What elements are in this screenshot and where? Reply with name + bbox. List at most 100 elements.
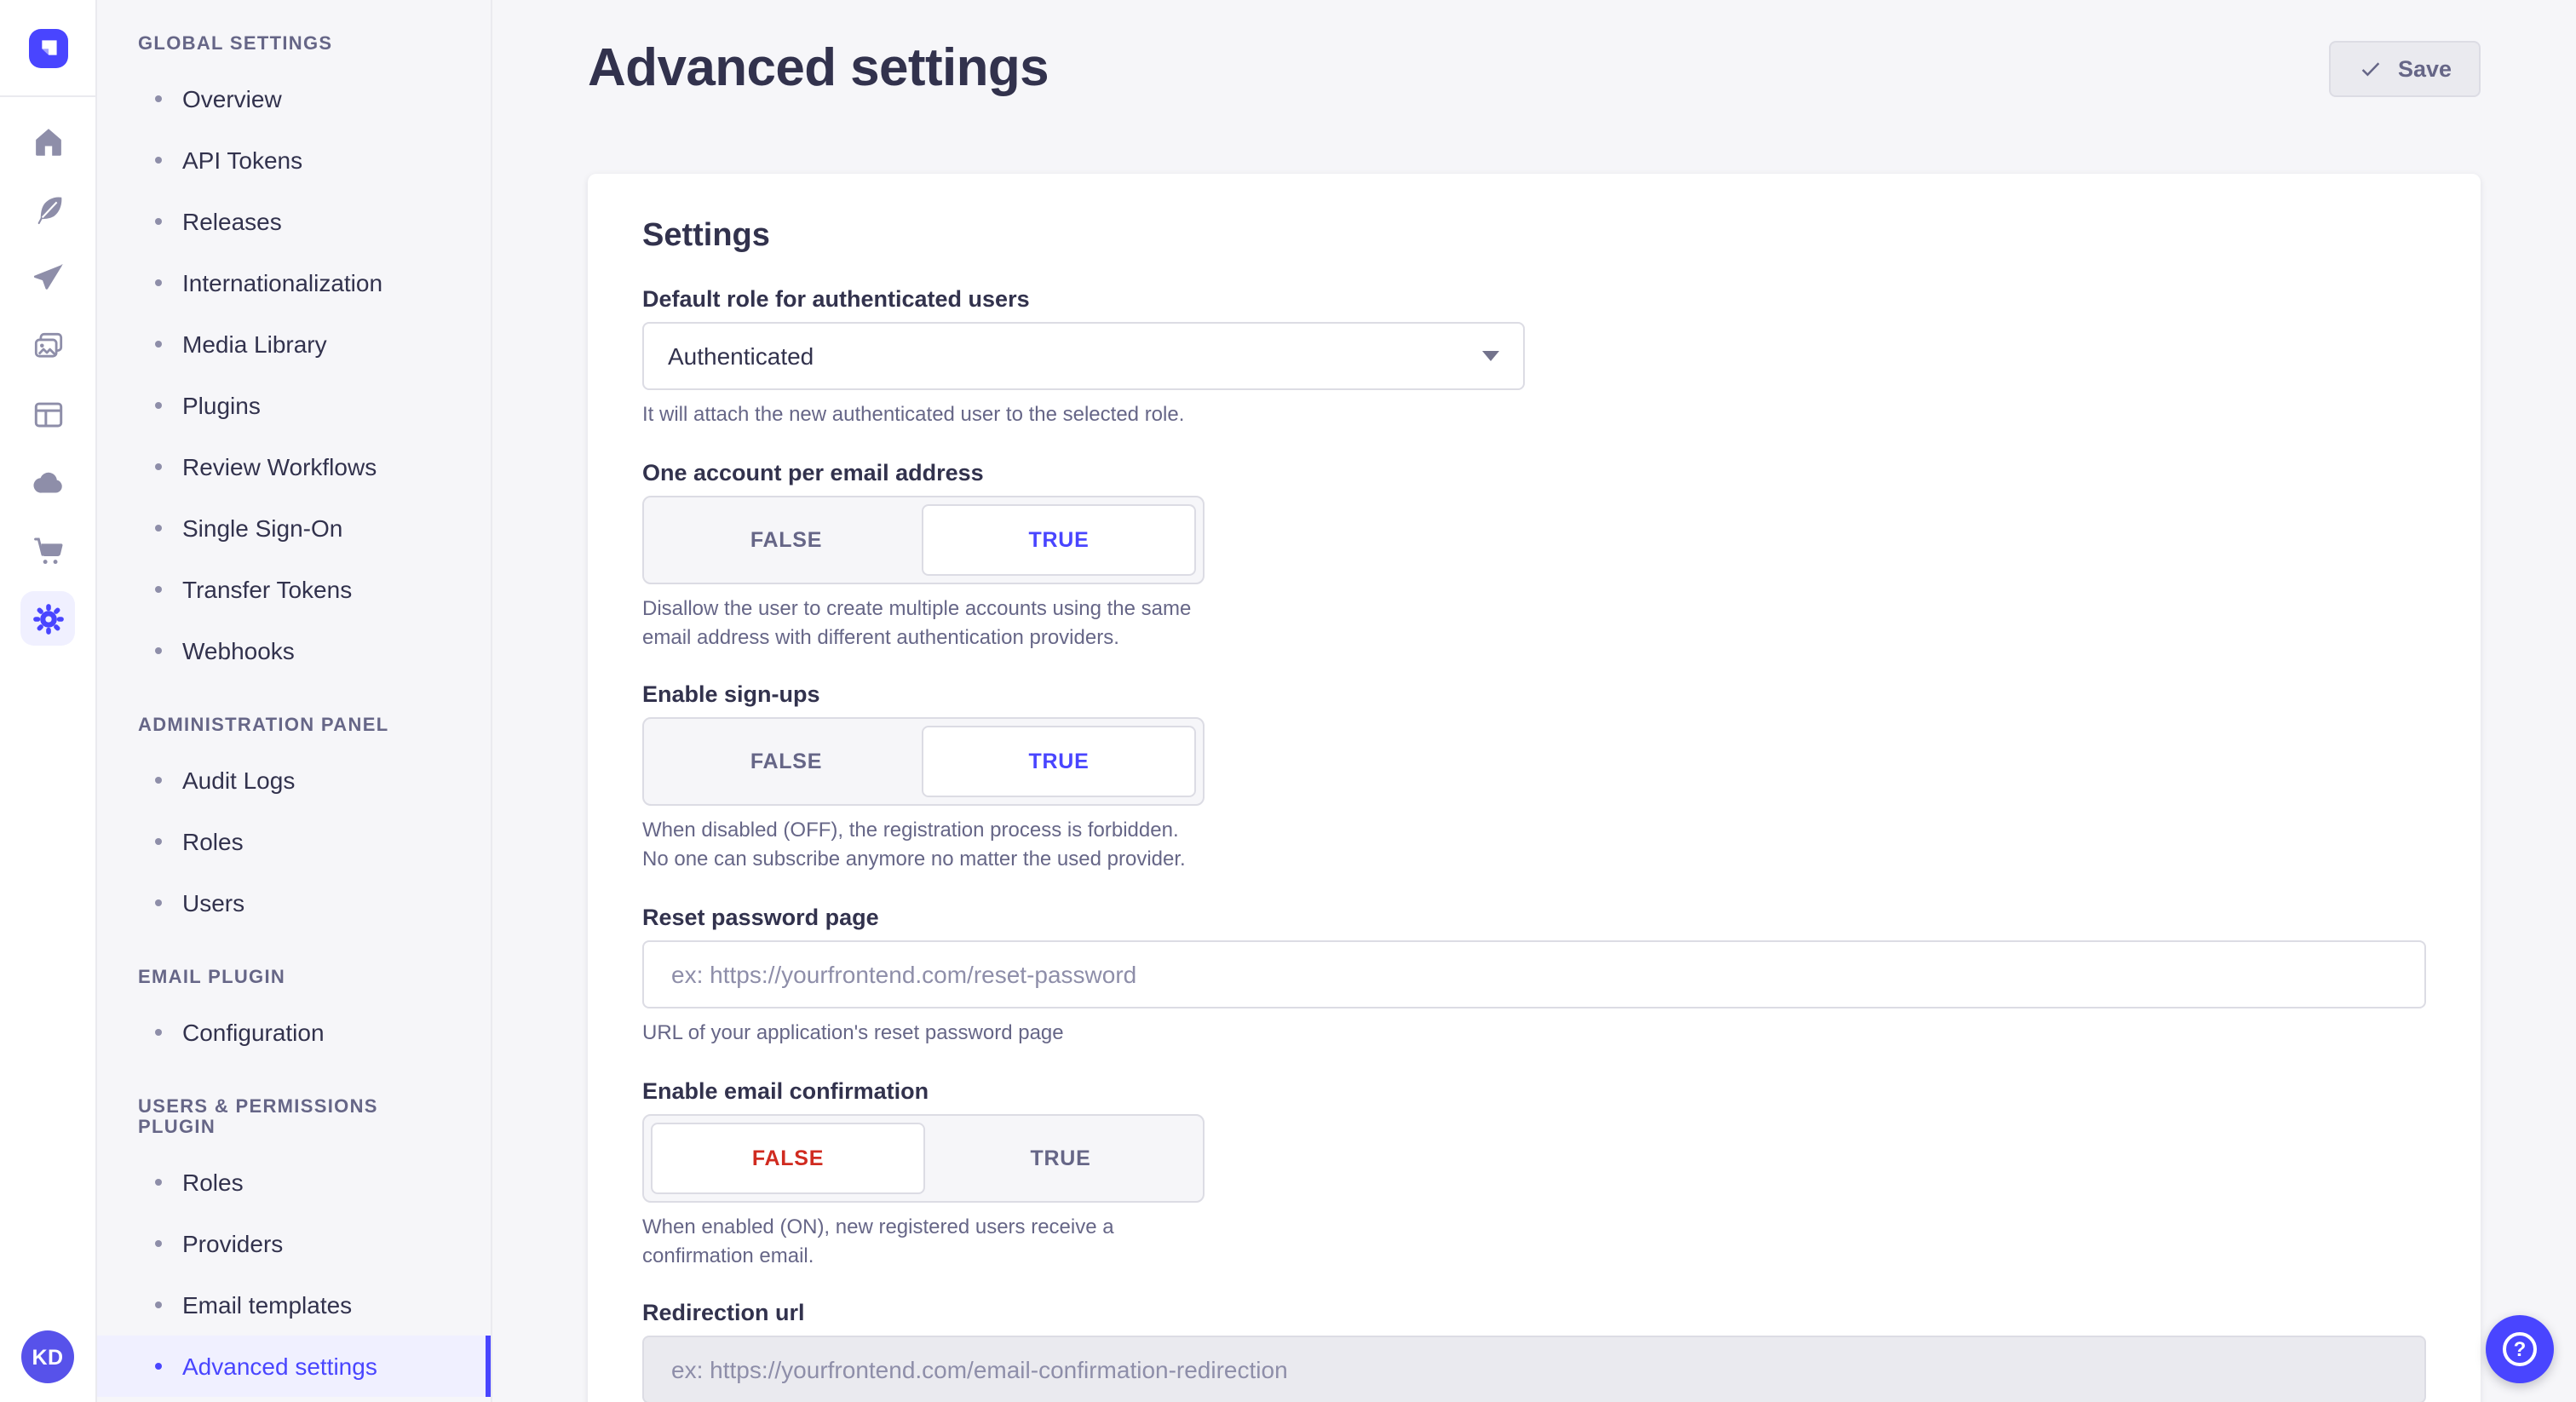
redirection-url-input <box>642 1336 2426 1402</box>
sidebar-item-audit-logs[interactable]: Audit Logs <box>97 750 491 811</box>
one-account-label: One account per email address <box>642 460 1205 486</box>
reset-password-label: Reset password page <box>642 905 2426 930</box>
subnav-list-admin: Audit Logs Roles Users <box>97 750 491 934</box>
home-icon <box>30 124 66 159</box>
sidebar-item-releases[interactable]: Releases <box>97 191 491 252</box>
sidebar-item-single-sign-on[interactable]: Single Sign-On <box>97 497 491 559</box>
default-role-value: Authenticated <box>668 342 814 370</box>
cloud-icon <box>30 464 66 500</box>
settings-subnav: GLOBAL SETTINGS Overview API Tokens Rele… <box>97 0 492 1402</box>
rail-item-content-type-builder[interactable] <box>20 387 75 441</box>
strapi-logo[interactable] <box>28 28 67 67</box>
page-header: Advanced settings Save <box>588 0 2481 99</box>
sign-ups-option-true[interactable]: TRUE <box>922 727 1196 798</box>
default-role-select[interactable]: Authenticated <box>642 322 1525 390</box>
help-button[interactable]: ? <box>2486 1315 2554 1383</box>
bullet-icon <box>155 777 162 784</box>
default-role-hint: It will attach the new authenticated use… <box>642 400 1525 429</box>
bullet-icon <box>155 1301 162 1308</box>
bullet-icon <box>155 95 162 102</box>
sidebar-item-advanced-settings[interactable]: Advanced settings <box>97 1336 491 1397</box>
reset-password-hint: URL of your application's reset password… <box>642 1019 2426 1048</box>
rail-item-releases[interactable] <box>20 250 75 305</box>
rail-item-media-library[interactable] <box>20 319 75 373</box>
sidebar-item-overview[interactable]: Overview <box>97 68 491 129</box>
sidebar-item-up-roles[interactable]: Roles <box>97 1152 491 1213</box>
bullet-icon <box>155 1363 162 1370</box>
sidebar-item-internationalization[interactable]: Internationalization <box>97 252 491 313</box>
rail-item-marketplace[interactable] <box>20 523 75 577</box>
default-role-label: Default role for authenticated users <box>642 286 1525 312</box>
reset-password-field: Reset password page URL of your applicat… <box>642 905 2426 1048</box>
bullet-icon <box>155 525 162 531</box>
sign-ups-option-false[interactable]: FALSE <box>651 727 922 798</box>
marketplace-cart-icon <box>30 532 66 568</box>
bullet-icon <box>155 341 162 348</box>
one-account-hint: Disallow the user to create multiple acc… <box>642 595 1205 652</box>
content-type-builder-icon <box>30 396 66 432</box>
subnav-list-email: Configuration <box>97 1002 491 1063</box>
email-confirmation-label: Enable email confirmation <box>642 1078 1205 1104</box>
sidebar-item-plugins[interactable]: Plugins <box>97 375 491 436</box>
subnav-list-users-permissions: Roles Providers Email templates Advanced… <box>97 1152 491 1397</box>
check-icon <box>2359 55 2384 81</box>
sign-ups-field: Enable sign-ups FALSE TRUE When disabled… <box>642 682 1205 874</box>
settings-card: Settings Default role for authenticated … <box>588 174 2481 1402</box>
email-confirmation-option-false[interactable]: FALSE <box>651 1123 925 1194</box>
subnav-section-users-permissions-plugin: USERS & PERMISSIONS PLUGIN <box>97 1097 491 1138</box>
sidebar-item-configuration[interactable]: Configuration <box>97 1002 491 1063</box>
one-account-option-false[interactable]: FALSE <box>651 504 922 576</box>
bullet-icon <box>155 402 162 409</box>
rail-item-settings[interactable] <box>20 591 75 646</box>
rail-nav <box>20 97 75 646</box>
sidebar-item-providers[interactable]: Providers <box>97 1213 491 1274</box>
bullet-icon <box>155 279 162 286</box>
email-confirmation-field: Enable email confirmation FALSE TRUE Whe… <box>642 1078 1205 1270</box>
reset-password-input[interactable] <box>642 940 2426 1008</box>
bullet-icon <box>155 1029 162 1036</box>
sign-ups-toggle: FALSE TRUE <box>642 718 1205 807</box>
sidebar-item-api-tokens[interactable]: API Tokens <box>97 129 491 191</box>
subnav-section-email-plugin: EMAIL PLUGIN <box>97 968 491 988</box>
user-avatar[interactable]: KD <box>21 1330 74 1383</box>
sidebar-item-users[interactable]: Users <box>97 872 491 934</box>
default-role-field: Default role for authenticated users Aut… <box>642 286 1525 429</box>
subnav-section-global-settings: GLOBAL SETTINGS <box>97 34 491 55</box>
redirection-url-field: Redirection url <box>642 1301 2426 1402</box>
bullet-icon <box>155 1179 162 1186</box>
sidebar-item-review-workflows[interactable]: Review Workflows <box>97 436 491 497</box>
rail-item-deploy[interactable] <box>20 455 75 509</box>
logo-block <box>0 0 95 97</box>
one-account-toggle: FALSE TRUE <box>642 496 1205 584</box>
bullet-icon <box>155 157 162 164</box>
sidebar-item-email-templates[interactable]: Email templates <box>97 1274 491 1336</box>
chevron-down-icon <box>1482 351 1499 361</box>
sign-ups-label: Enable sign-ups <box>642 682 1205 708</box>
one-account-option-true[interactable]: TRUE <box>922 504 1196 576</box>
strapi-logo-icon <box>28 28 67 67</box>
subnav-list-global: Overview API Tokens Releases Internation… <box>97 68 491 681</box>
settings-section-title: Settings <box>642 218 2426 256</box>
subnav-section-administration-panel: ADMINISTRATION PANEL <box>97 715 491 736</box>
email-confirmation-hint: When enabled (ON), new registered users … <box>642 1213 1205 1270</box>
rail-item-content-manager[interactable] <box>20 182 75 237</box>
settings-gear-icon <box>30 600 66 636</box>
icon-rail: KD <box>0 0 97 1402</box>
sidebar-item-media-library[interactable]: Media Library <box>97 313 491 375</box>
question-mark-icon: ? <box>2503 1332 2537 1366</box>
email-confirmation-option-true[interactable]: TRUE <box>925 1123 1196 1194</box>
bullet-icon <box>155 838 162 845</box>
redirection-url-label: Redirection url <box>642 1301 2426 1326</box>
one-account-field: One account per email address FALSE TRUE… <box>642 460 1205 652</box>
sign-ups-hint: When disabled (OFF), the registration pr… <box>642 817 1205 874</box>
rail-item-home[interactable] <box>20 114 75 169</box>
main-content: Advanced settings Save Settings Default … <box>492 0 2576 1402</box>
bullet-icon <box>155 463 162 470</box>
sidebar-item-admin-roles[interactable]: Roles <box>97 811 491 872</box>
sidebar-item-transfer-tokens[interactable]: Transfer Tokens <box>97 559 491 620</box>
bullet-icon <box>155 647 162 654</box>
save-button-label: Save <box>2398 55 2452 81</box>
bullet-icon <box>155 586 162 593</box>
save-button[interactable]: Save <box>2330 40 2481 96</box>
sidebar-item-webhooks[interactable]: Webhooks <box>97 620 491 681</box>
